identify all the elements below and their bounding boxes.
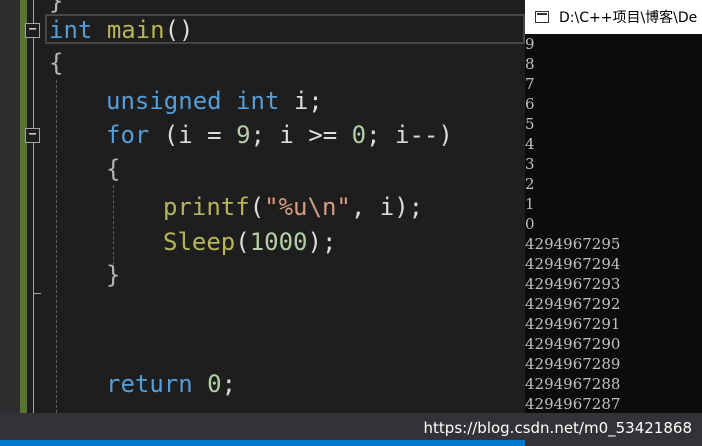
- console-output-line: 4294967290: [525, 335, 621, 353]
- string-end: ": [336, 193, 351, 221]
- console-output: 9 8 7 6 5 4 3 2 1 0 4294967295 4294967294 4294967293…: [525, 34, 702, 414]
- code-line-open-brace: {: [49, 48, 63, 78]
- change-tracking-bar: [20, 0, 27, 446]
- console-output-line: 4294967293: [525, 275, 621, 293]
- inner-close-brace: }: [106, 261, 121, 289]
- sleep-close: );: [307, 228, 337, 256]
- console-output-line: 4294967288: [525, 375, 621, 393]
- console-output-line: 8: [525, 55, 535, 73]
- number-1000: 1000: [249, 228, 308, 256]
- console-output-line: 4294967295: [525, 235, 621, 253]
- code-line-for: for (i = 9; i >= 0; i--): [106, 120, 453, 150]
- collapse-for-icon[interactable]: −: [25, 128, 40, 143]
- number-0: 0: [207, 370, 222, 398]
- console-output-line: 3: [525, 155, 535, 173]
- keyword-int: int: [236, 87, 280, 115]
- printf-open: (: [249, 193, 265, 221]
- parens: (): [164, 16, 194, 44]
- keyword-for: for: [106, 121, 150, 149]
- for-part-b: ; i >=: [250, 121, 352, 149]
- inner-open-brace: {: [106, 155, 121, 183]
- code-editor[interactable]: − − } int main() { unsigned int i; for (…: [0, 0, 525, 446]
- function-sleep: Sleep: [163, 228, 236, 256]
- console-window[interactable]: D:\C++项目\博客\De 9 8 7 6 5 4 3 2 1 0 4294967295 42949…: [525, 0, 702, 446]
- keyword-int: int: [49, 16, 93, 44]
- code-line-return: return 0;: [106, 369, 236, 399]
- for-part-c: ; i--): [366, 121, 453, 149]
- for-part-a: (i =: [149, 121, 237, 149]
- printf-tail: , i);: [350, 193, 424, 221]
- function-main: main: [106, 16, 165, 44]
- console-output-line: 4294967287: [525, 395, 621, 413]
- console-title: D:\C++项目\博客\De: [559, 10, 698, 26]
- closing-brace: }: [49, 0, 64, 15]
- number-0: 0: [351, 121, 367, 149]
- outline-end-tick: [33, 293, 41, 294]
- console-output-line: 0: [525, 215, 535, 233]
- indent-guide: [113, 185, 114, 270]
- function-printf: printf: [163, 193, 250, 221]
- console-titlebar[interactable]: D:\C++项目\博客\De: [525, 0, 702, 34]
- code-line-decl: unsigned int i;: [106, 86, 323, 116]
- console-window-icon: [535, 11, 549, 23]
- console-output-line: 1: [525, 195, 535, 213]
- console-output-line: 2: [525, 175, 535, 193]
- return-semi: ;: [221, 370, 237, 398]
- collapse-main-icon[interactable]: −: [25, 23, 40, 38]
- console-output-line: 5: [525, 115, 535, 133]
- code-line-inner-open: {: [106, 154, 120, 184]
- outline-line: [33, 0, 34, 446]
- console-output-line: 4294967291: [525, 315, 621, 333]
- code-line-printf: printf("%u\n", i);: [163, 192, 423, 222]
- code-line-inner-close: }: [106, 260, 120, 290]
- keyword-unsigned: unsigned: [106, 87, 222, 115]
- code-line-main: int main(): [49, 15, 194, 45]
- console-output-line: 7: [525, 75, 535, 93]
- console-output-line: 9: [525, 35, 535, 53]
- console-output-line: 6: [525, 95, 535, 113]
- console-output-line: 4294967294: [525, 255, 621, 273]
- keyword-return: return: [106, 370, 193, 398]
- escape-newline: \n: [307, 193, 337, 221]
- sleep-open: (: [235, 228, 250, 256]
- string-format: "%u: [264, 193, 308, 221]
- open-brace: {: [49, 49, 64, 77]
- console-output-line: 4294967292: [525, 295, 621, 313]
- indent-guide: [56, 80, 57, 413]
- console-output-line: 4: [525, 135, 535, 153]
- decl-tail: i;: [279, 87, 323, 115]
- watermark: https://blog.csdn.net/m0_53421868: [423, 419, 692, 437]
- code-line-prev: }: [49, 0, 63, 16]
- editor-gutter: [0, 0, 20, 446]
- number-9: 9: [236, 121, 251, 149]
- code-line-sleep: Sleep(1000);: [163, 227, 336, 257]
- console-output-line: 4294967289: [525, 355, 621, 373]
